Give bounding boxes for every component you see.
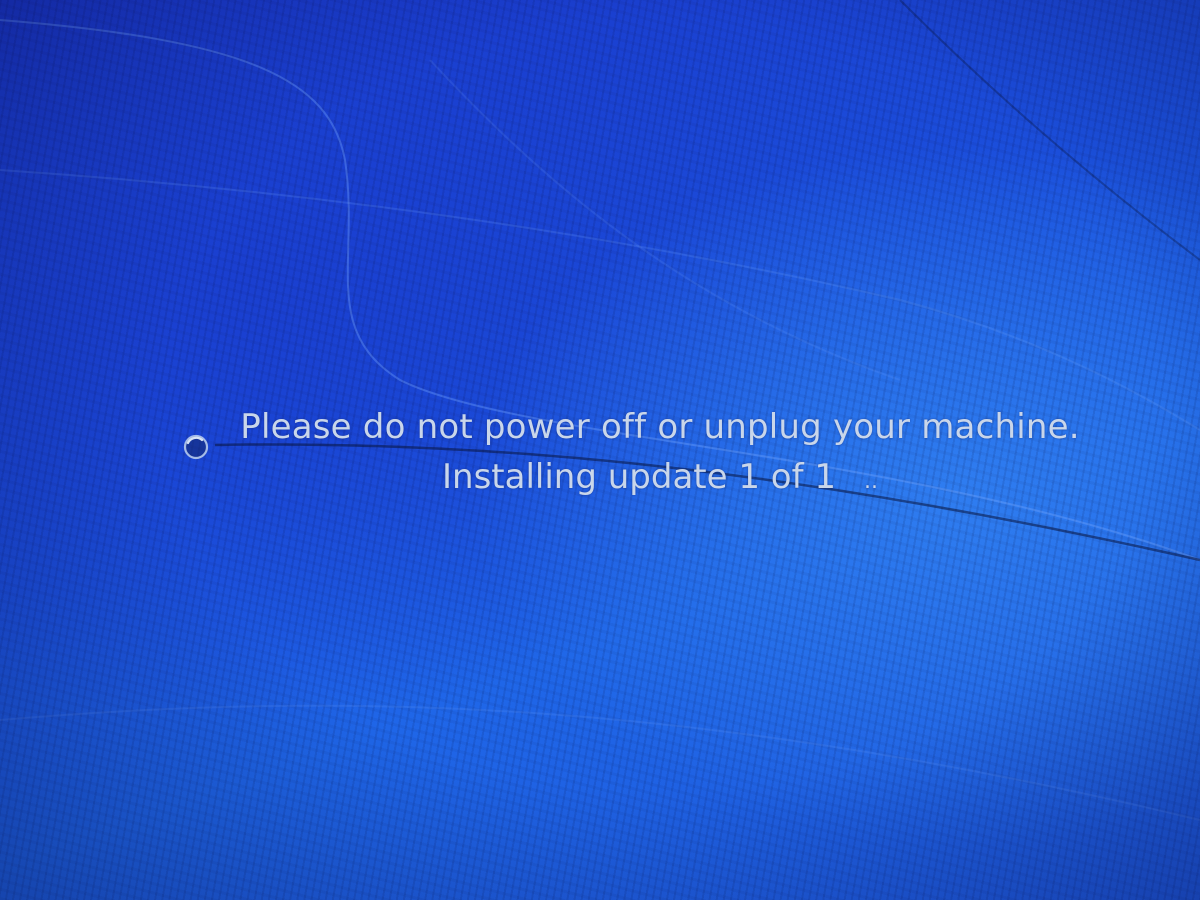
progress-dots: .. <box>864 469 878 494</box>
swoosh-line <box>0 704 1200 821</box>
swoosh-line <box>0 169 1200 431</box>
busy-spinner-icon <box>183 434 209 460</box>
update-status-message: Please do not power off or unplug your m… <box>210 402 1110 507</box>
swoosh-line <box>429 59 901 381</box>
install-progress-text: Installing update 1 of 1 <box>442 457 836 497</box>
swoosh-line <box>899 0 1200 261</box>
power-warning-text: Please do not power off or unplug your m… <box>240 407 1080 447</box>
install-progress-line: Installing update 1 of 1.. <box>210 452 1110 507</box>
